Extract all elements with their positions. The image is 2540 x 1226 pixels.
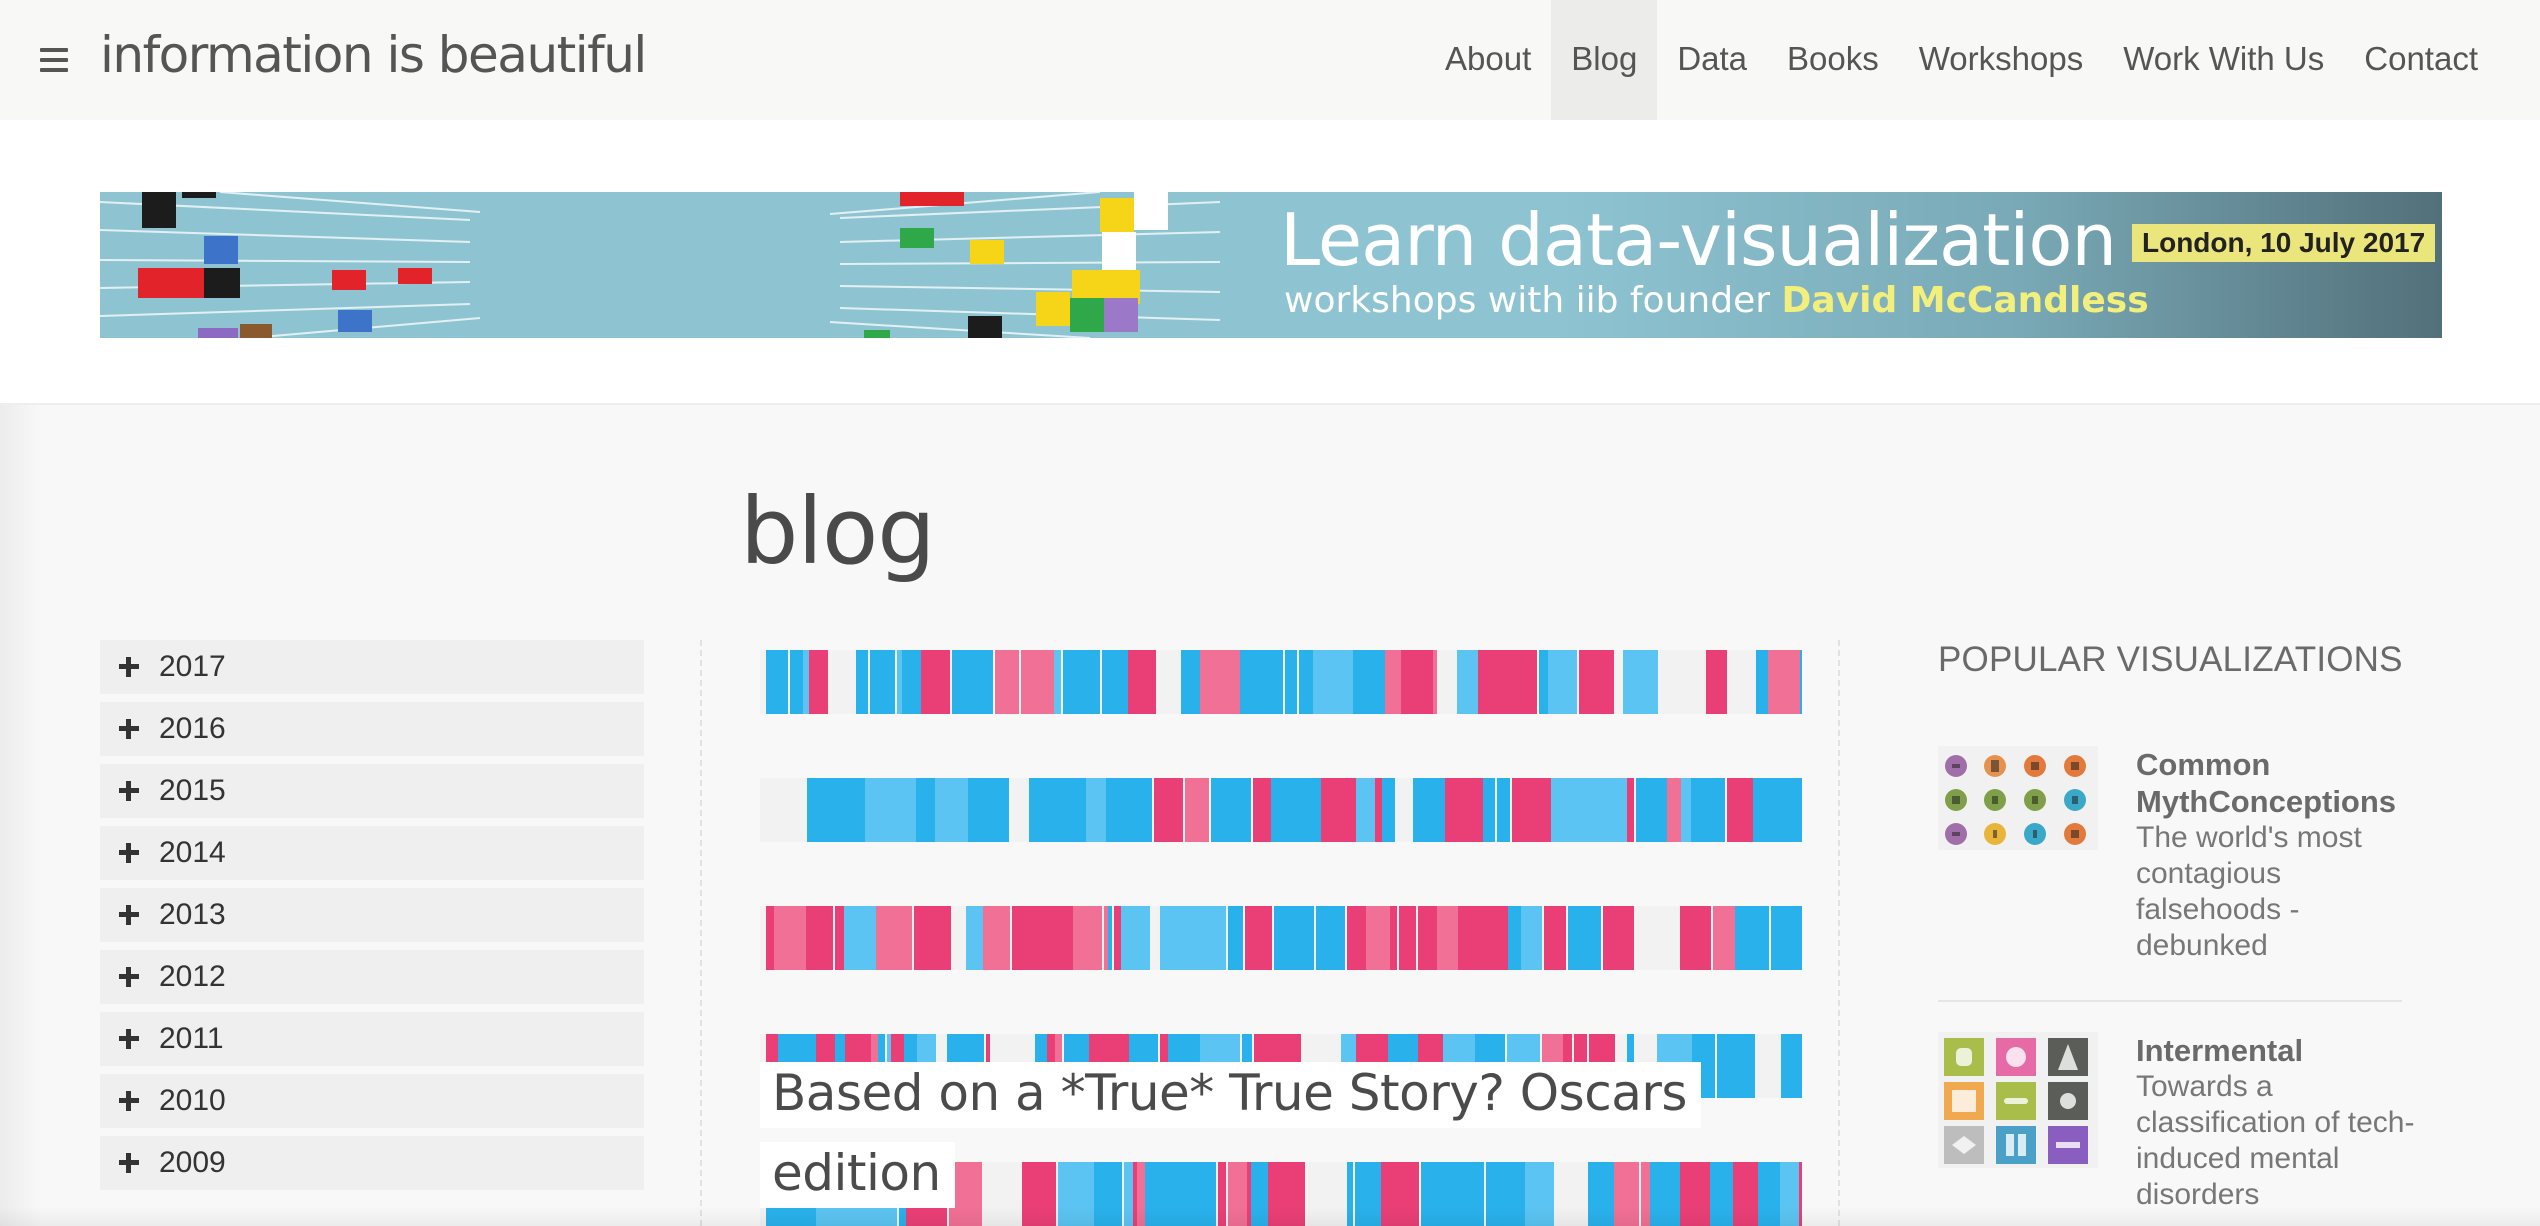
banner-decoration-graphic <box>100 192 1220 338</box>
featured-post[interactable]: Based on a *True* True Story? Oscars edi… <box>760 650 1802 1226</box>
nav-item-books[interactable]: Books <box>1767 0 1899 120</box>
archive-year-label: 2011 <box>159 1022 224 1055</box>
popular-item-description: Towards a classification of tech-induced… <box>2136 1070 2415 1211</box>
hamburger-menu-icon[interactable] <box>40 48 68 72</box>
column-divider <box>1838 640 1840 1226</box>
banner-subline: workshops with iib founder David McCandl… <box>1284 280 2149 321</box>
banner-date-badge: London, 10 July 2017 <box>2132 224 2436 262</box>
archive-year-2014[interactable]: 2014 <box>100 826 644 880</box>
banner-instructor-name: David McCandless <box>1781 280 2149 321</box>
site-title[interactable]: information is beautiful <box>100 26 647 84</box>
main-nav: About Blog Data Books Workshops Work With Us C… <box>1425 0 2498 120</box>
plus-icon[interactable] <box>119 1029 139 1049</box>
archive-year-label: 2010 <box>159 1084 226 1117</box>
archive-year-2016[interactable]: 2016 <box>100 702 644 756</box>
plus-icon[interactable] <box>119 1153 139 1173</box>
banner-headline: Learn data-visualization <box>1280 198 2117 282</box>
featured-post-title-text: Based on a *True* True Story? Oscars edi… <box>760 1062 1701 1208</box>
barcode-strip <box>760 650 1802 714</box>
page-title: blog <box>740 478 936 585</box>
archive-year-2013[interactable]: 2013 <box>100 888 644 942</box>
nav-item-work-with-us[interactable]: Work With Us <box>2103 0 2344 120</box>
archive-year-label: 2017 <box>159 650 226 683</box>
archive-year-2011[interactable]: 2011 <box>100 1012 644 1066</box>
myth-icons-grid-icon <box>1945 755 2086 845</box>
popular-item-intermental[interactable]: Intermental Towards a classification of … <box>1938 1032 2418 1226</box>
barcode-strip <box>760 778 1802 842</box>
archive-year-2017[interactable]: 2017 <box>100 640 644 694</box>
plus-icon[interactable] <box>119 657 139 677</box>
popular-item-mythconceptions[interactable]: Common MythConceptions The world's most … <box>1938 746 2418 986</box>
archive-year-label: 2012 <box>159 960 226 993</box>
archive-year-label: 2016 <box>159 712 226 745</box>
plus-icon[interactable] <box>119 905 139 925</box>
top-navigation-bar: information is beautiful About Blog Data Bo… <box>0 0 2540 120</box>
nav-item-blog[interactable]: Blog <box>1551 0 1658 120</box>
plus-icon[interactable] <box>119 967 139 987</box>
plus-icon[interactable] <box>119 781 139 801</box>
barcode-strip <box>760 906 1802 970</box>
archive-year-label: 2015 <box>159 774 226 807</box>
nav-item-data[interactable]: Data <box>1657 0 1767 120</box>
intermental-icons-thumbnail[interactable] <box>1938 1032 2098 1168</box>
archive-year-2009[interactable]: 2009 <box>100 1136 644 1190</box>
archive-year-2015[interactable]: 2015 <box>100 764 644 818</box>
popular-item-text: Intermental Towards a classification of … <box>2136 1032 2426 1213</box>
nav-item-about[interactable]: About <box>1425 0 1551 120</box>
popular-item-text: Common MythConceptions The world's most … <box>2136 746 2426 964</box>
plus-icon[interactable] <box>119 843 139 863</box>
nav-item-contact[interactable]: Contact <box>2344 0 2498 120</box>
archive-year-label: 2014 <box>159 836 226 869</box>
intermental-icons-grid-icon <box>1944 1038 2088 1164</box>
plus-icon[interactable] <box>119 1091 139 1111</box>
workshop-promo-banner[interactable]: Learn data-visualization workshops with … <box>100 192 2442 338</box>
popular-item-title[interactable]: Intermental <box>2136 1032 2426 1069</box>
archive-year-2012[interactable]: 2012 <box>100 950 644 1004</box>
banner-subline-prefix: workshops with iib founder <box>1284 280 1782 321</box>
banner-area: Learn data-visualization workshops with … <box>0 120 2540 405</box>
myth-icons-thumbnail[interactable] <box>1938 746 2098 850</box>
popular-item-title[interactable]: Common MythConceptions <box>2136 746 2426 820</box>
archive-year-label: 2009 <box>159 1146 226 1179</box>
archive-year-2010[interactable]: 2010 <box>100 1074 644 1128</box>
popular-visualizations-heading: POPULAR VISUALIZATIONS <box>1938 640 2403 679</box>
column-divider <box>700 640 702 1226</box>
plus-icon[interactable] <box>119 719 139 739</box>
featured-post-title[interactable]: Based on a *True* True Story? Oscars edi… <box>760 1053 1820 1213</box>
archive-year-label: 2013 <box>159 898 226 931</box>
popular-item-description: The world's most contagious falsehoods -… <box>2136 821 2362 962</box>
nav-item-workshops[interactable]: Workshops <box>1899 0 2103 120</box>
blog-archive-years: 2017 2016 2015 2014 2013 2012 2011 2010 2009 <box>100 640 644 1198</box>
popular-separator <box>1938 1000 2402 1002</box>
